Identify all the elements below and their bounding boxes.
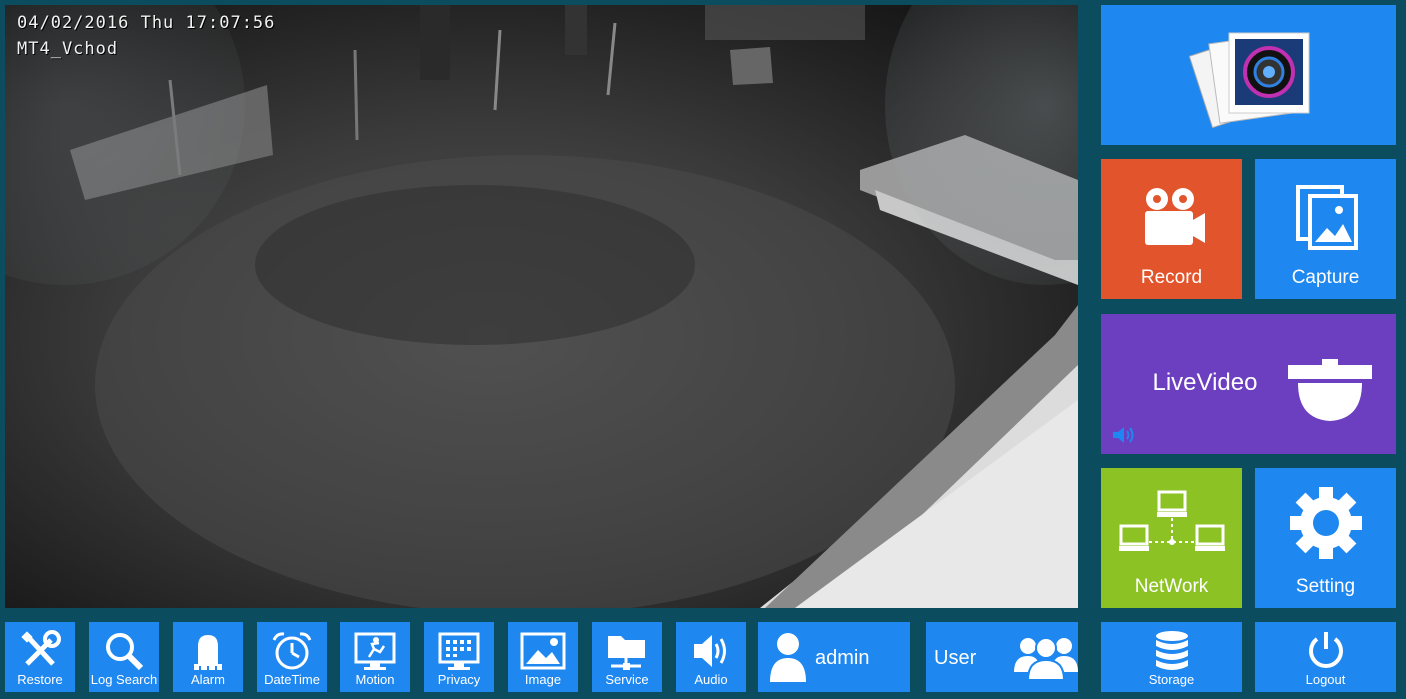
dome-camera-icon: [1288, 359, 1372, 421]
storage-button[interactable]: Storage: [1101, 622, 1242, 692]
audio-button[interactable]: Audio: [676, 622, 746, 692]
admin-user-button[interactable]: admin: [758, 622, 910, 692]
capture-tile[interactable]: Capture: [1255, 159, 1396, 299]
livevideo-label: LiveVideo: [1152, 369, 1258, 396]
power-icon: [1308, 632, 1343, 668]
gallery-tile[interactable]: [1101, 5, 1396, 145]
motion-label: Motion: [355, 672, 395, 687]
log-search-label: Log Search: [90, 672, 158, 687]
datetime-button[interactable]: DateTime: [257, 622, 327, 692]
livevideo-tile[interactable]: LiveVideo: [1101, 314, 1396, 454]
users-group-icon: [1014, 637, 1078, 681]
privacy-mask-icon: [438, 632, 480, 670]
record-tile[interactable]: Record: [1101, 159, 1242, 299]
restore-label: Restore: [17, 672, 63, 687]
network-folder-icon: [608, 636, 645, 670]
speaker-small-icon[interactable]: [1111, 425, 1135, 445]
database-icon: [1155, 631, 1188, 670]
image-icon: [520, 632, 566, 670]
image-label: Image: [524, 672, 562, 687]
image-button[interactable]: Image: [508, 622, 578, 692]
network-icon: [1119, 490, 1225, 551]
datetime-label: DateTime: [264, 672, 320, 687]
storage-label: Storage: [1148, 672, 1195, 687]
osd-datetime: 04/02/2016 Thu 17:07:56: [17, 13, 276, 33]
logout-label: Logout: [1305, 672, 1346, 687]
admin-label: admin: [815, 647, 870, 669]
privacy-button[interactable]: Privacy: [424, 622, 494, 692]
motion-button[interactable]: Motion: [340, 622, 410, 692]
user-avatar-icon: [770, 633, 806, 682]
setting-tile[interactable]: Setting: [1255, 468, 1396, 608]
user-label: User: [934, 647, 977, 669]
alarm-label: Alarm: [191, 672, 225, 687]
osd-camera-name: MT4_Vchod: [17, 39, 119, 59]
speaker-icon: [694, 635, 726, 667]
live-camera-view[interactable]: 04/02/2016 Thu 17:07:56 MT4_Vchod: [5, 5, 1078, 608]
alarm-button[interactable]: Alarm: [173, 622, 243, 692]
gear-icon: [1290, 487, 1362, 559]
setting-label: Setting: [1295, 576, 1356, 597]
log-search-button[interactable]: Log Search: [89, 622, 159, 692]
photo-stack-camera-icon: [1189, 32, 1310, 129]
motion-monitor-icon: [354, 632, 396, 670]
network-tile[interactable]: NetWork: [1101, 468, 1242, 608]
audio-label: Audio: [694, 672, 728, 687]
alarm-siren-icon: [194, 635, 222, 670]
tools-icon: [21, 630, 61, 666]
capture-label: Capture: [1291, 267, 1360, 288]
user-management-button[interactable]: User: [926, 622, 1078, 692]
privacy-label: Privacy: [437, 672, 481, 687]
video-camera-icon: [1145, 188, 1205, 245]
restore-button[interactable]: Restore: [5, 622, 75, 692]
record-label: Record: [1140, 267, 1203, 288]
logout-button[interactable]: Logout: [1255, 622, 1396, 692]
search-icon: [106, 633, 144, 671]
capture-image-icon: [1296, 185, 1358, 250]
service-label: Service: [605, 672, 649, 687]
alarm-clock-icon: [272, 632, 312, 670]
network-label: NetWork: [1134, 576, 1209, 597]
service-button[interactable]: Service: [592, 622, 662, 692]
